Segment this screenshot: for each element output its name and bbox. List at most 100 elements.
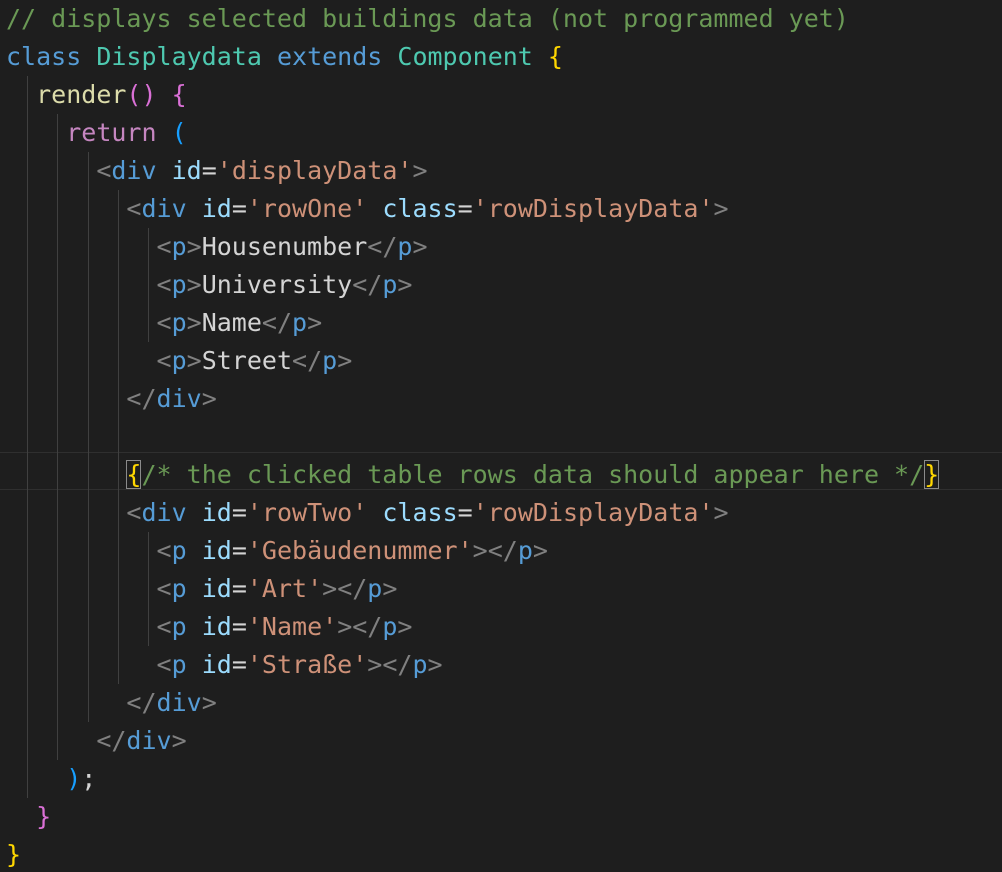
- code-token: University: [201, 270, 353, 299]
- code-line[interactable]: <p id='Art'></p>: [6, 570, 398, 608]
- code-token: 'rowDisplayData': [472, 194, 714, 223]
- code-line[interactable]: return (: [6, 114, 186, 152]
- code-token: 'Gebäudenummer': [246, 536, 473, 565]
- code-line[interactable]: <p id='Name'></p>: [6, 608, 413, 646]
- code-line[interactable]: }: [6, 836, 21, 872]
- code-line[interactable]: {/* the clicked table rows data should a…: [6, 456, 940, 494]
- code-token: </: [292, 346, 323, 375]
- code-token: id: [201, 536, 232, 565]
- code-token: p: [171, 346, 187, 375]
- code-token: <: [156, 232, 172, 261]
- code-token: div: [156, 688, 202, 717]
- code-line[interactable]: <p id='Straße'></p>: [6, 646, 443, 684]
- code-token: >: [171, 726, 187, 755]
- code-token: >: [186, 308, 202, 337]
- code-token: p: [292, 308, 308, 337]
- code-token: p: [382, 270, 398, 299]
- code-token: class: [6, 42, 82, 71]
- code-token: id: [171, 156, 202, 185]
- code-token: ></: [472, 536, 518, 565]
- code-token: }: [924, 460, 940, 489]
- code-line[interactable]: <div id='displayData'>: [6, 152, 427, 190]
- code-token: =: [231, 574, 247, 603]
- code-token: p: [171, 650, 187, 679]
- code-token: =: [457, 498, 473, 527]
- code-token: return: [66, 118, 157, 147]
- code-token: Displaydata: [96, 42, 262, 71]
- code-token: 'Name': [246, 612, 338, 641]
- code-token: ;: [81, 764, 97, 793]
- code-line[interactable]: <p>Street</p>: [6, 342, 353, 380]
- code-token: class: [382, 498, 458, 527]
- code-token: <: [156, 650, 172, 679]
- code-token: Component: [397, 42, 533, 71]
- code-line[interactable]: );: [6, 760, 96, 798]
- code-token: p: [171, 574, 187, 603]
- code-line[interactable]: <div id='rowTwo' class='rowDisplayData'>: [6, 494, 728, 532]
- code-token: <: [156, 536, 172, 565]
- code-token: </: [126, 688, 157, 717]
- code-line[interactable]: render() {: [6, 76, 187, 114]
- code-token: ></: [337, 612, 383, 641]
- code-token: >: [186, 270, 202, 299]
- code-token: 'rowTwo': [246, 498, 368, 527]
- code-token: ></: [322, 574, 368, 603]
- code-token: p: [171, 536, 187, 565]
- code-token: </: [126, 384, 157, 413]
- code-token: >: [201, 688, 217, 717]
- code-token: {: [126, 460, 142, 489]
- code-line[interactable]: </div>: [6, 380, 217, 418]
- code-line[interactable]: }: [6, 798, 51, 836]
- code-line[interactable]: <p>University</p>: [6, 266, 413, 304]
- code-token: >: [186, 346, 202, 375]
- code-token: p: [171, 232, 187, 261]
- code-token: >: [397, 612, 413, 641]
- code-line[interactable]: <div id='rowOne' class='rowDisplayData'>: [6, 190, 728, 228]
- code-token: =: [231, 536, 247, 565]
- code-line[interactable]: <p>Housenumber</p>: [6, 228, 428, 266]
- code-token: <: [156, 612, 172, 641]
- code-token: p: [171, 270, 187, 299]
- code-line[interactable]: </div>: [6, 722, 187, 760]
- code-token: p: [367, 574, 383, 603]
- code-line[interactable]: <p id='Gebäudenummer'></p>: [6, 532, 548, 570]
- code-token: id: [201, 650, 232, 679]
- code-token: div: [141, 498, 187, 527]
- code-token: id: [201, 612, 232, 641]
- code-token: div: [126, 726, 172, 755]
- code-line[interactable]: // displays selected buildings data (not…: [6, 0, 849, 38]
- code-token: p: [171, 308, 187, 337]
- code-line[interactable]: class Displaydata extends Component {: [6, 38, 563, 76]
- code-token: ): [66, 764, 82, 793]
- code-token: >: [201, 384, 217, 413]
- code-line[interactable]: </div>: [6, 684, 217, 722]
- code-token: <: [96, 156, 112, 185]
- code-token: <: [126, 194, 142, 223]
- code-token: =: [457, 194, 473, 223]
- code-editor[interactable]: // displays selected buildings data (not…: [0, 0, 1002, 872]
- code-line[interactable]: <p>Name</p>: [6, 304, 323, 342]
- code-token: /* the clicked table rows data should ap…: [141, 460, 925, 489]
- code-token: render: [36, 80, 127, 109]
- code-token: >: [397, 270, 413, 299]
- code-token: extends: [276, 42, 383, 71]
- code-token: >: [186, 232, 202, 261]
